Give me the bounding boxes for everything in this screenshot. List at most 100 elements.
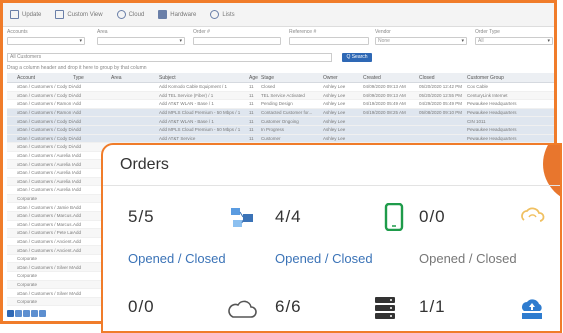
server-icon <box>375 297 395 319</box>
table-cell: Add AT&T WLAN - Base / 1 <box>159 118 214 124</box>
table-cell: Pending Design <box>261 101 293 107</box>
table-cell: xDan / Customers / Cody Diehl <box>17 127 73 133</box>
table-cell: xDan / Customers / Cody Diehl <box>17 144 73 150</box>
toolbar-item-label: Cloud <box>128 11 145 18</box>
pager-page[interactable] <box>31 310 38 317</box>
grid-column-header[interactable]: Created <box>363 75 419 81</box>
tile-count: 4/4 <box>275 207 302 226</box>
table-cell: Add <box>73 92 82 98</box>
table-row[interactable]: xDan / Customers / Cody Diehl Add Add MPLS… <box>7 125 554 135</box>
table-cell: Pewaukee Headquarters <box>467 101 517 107</box>
filter-label-vendor: Vendor <box>375 29 391 35</box>
table-cell: Contacted Customer for... <box>261 110 313 116</box>
table-cell: xDan / Customers / Ancient Artifacts <box>17 247 73 253</box>
filter-reference-input[interactable] <box>289 37 369 45</box>
table-cell: 04/29/2020 05:49 PM <box>419 101 463 107</box>
grid-header: Account Type Area Subject Age Stage Owner Creat… <box>7 73 554 83</box>
grid-column-header[interactable]: Area <box>111 75 159 81</box>
grid-column-header[interactable]: Age <box>249 75 261 81</box>
table-cell: Add TEL Service (Fiber) / 1 <box>159 92 214 98</box>
search-row: All Customers Q Search <box>3 53 554 65</box>
table-cell: 11 <box>249 101 254 107</box>
filter-order-type-value: All <box>478 38 484 44</box>
table-row[interactable]: xDan / Customers / Cody Diehl Add Add AT&T… <box>7 117 554 126</box>
accent-circle-decoration <box>543 145 560 203</box>
refresh-cloud-icon <box>521 207 545 222</box>
table-cell: xDan / Customers / Cody Diehl <box>17 84 73 90</box>
table-cell: Add <box>73 101 82 107</box>
table-cell: Corporate <box>17 299 38 305</box>
grid-column-header[interactable]: Stage <box>261 75 323 81</box>
grid-column-header[interactable]: Customer Group <box>467 75 554 81</box>
table-cell: xDan / Customers / Cody Diehl <box>17 92 73 98</box>
table-cell: xDan / Customers / Cody Diehl <box>17 118 73 124</box>
calendar-icon <box>55 10 65 19</box>
toolbar-item-lists[interactable]: Lists <box>207 10 237 19</box>
pager-page[interactable] <box>15 310 22 317</box>
table-cell: Add <box>73 135 82 141</box>
table-cell: xDan / Customers / Aurelia Cheatwood <box>17 161 73 167</box>
grid-column-header[interactable]: Owner <box>323 75 363 81</box>
toolbar-item-label: Update <box>22 11 42 18</box>
filter-order-type-select[interactable]: All ▾ <box>475 37 553 45</box>
chevron-down-icon: ▾ <box>179 38 182 44</box>
table-cell: 11 <box>249 92 254 98</box>
table-cell: Add <box>73 110 82 116</box>
table-cell: 04/19/2020 08:25 AM <box>363 110 406 116</box>
table-row[interactable]: xDan / Customers / Cody Diehl Add Add TEL … <box>7 91 554 101</box>
tile-status-link[interactable]: Opened / Closed <box>275 251 373 266</box>
filter-area-select[interactable]: ▾ <box>97 37 185 45</box>
pager-page[interactable] <box>23 310 30 317</box>
table-cell: Closed <box>261 84 276 90</box>
toolbar-item-custom-view[interactable]: Custom View <box>52 10 105 19</box>
filter-order-number-input[interactable] <box>193 37 281 45</box>
pager-page[interactable] <box>39 310 46 317</box>
table-row[interactable]: xDan / Customers / Cody Diehl Add Add Komo… <box>7 83 554 92</box>
table-icon <box>10 10 19 19</box>
search-input-value: All Customers <box>10 54 42 60</box>
table-cell: 04/09/2020 09:13 AM <box>363 92 406 98</box>
filter-accounts-select[interactable]: ▾ <box>7 37 85 45</box>
table-cell: Pewaukee Headquarters <box>467 110 517 116</box>
table-row[interactable]: xDan / Customers / Cody Diehl Add Add AT&T… <box>7 134 554 144</box>
orders-card-title: Orders <box>120 156 169 173</box>
table-cell: xDan / Customers / Pete Lawton <box>17 230 73 236</box>
tile-status-text: Opened / Closed <box>419 251 517 266</box>
toolbar-item-cloud[interactable]: Cloud <box>114 10 148 19</box>
table-cell: Add AT&T Service <box>159 135 196 141</box>
grid-column-header[interactable]: Subject <box>159 75 249 81</box>
chevron-down-icon: ▾ <box>461 38 464 44</box>
orders-card: Orders 5/5 Opened / Closed 4/4 Opened / … <box>101 143 562 333</box>
table-cell: xDan / Customers / Marcus Arthur <box>17 221 73 227</box>
table-row[interactable]: xDan / Customers / Ramon MillerAdd Add MP… <box>7 108 554 118</box>
filter-label-reference: Reference # <box>289 29 317 35</box>
search-input[interactable]: All Customers <box>7 53 332 62</box>
tile-count: 0/0 <box>128 297 155 316</box>
table-cell: xDan / Customers / Ancient Artifacts <box>17 238 73 244</box>
pager-page[interactable] <box>7 310 14 317</box>
toolbar-item-update[interactable]: Update <box>7 10 44 19</box>
grid-column-header[interactable]: Account <box>17 75 73 81</box>
table-cell: Ashley Lee <box>323 110 346 116</box>
table-cell: Ashley Lee <box>323 127 346 133</box>
table-cell: 11 <box>249 127 254 133</box>
filter-vendor-select[interactable]: None ▾ <box>375 37 467 45</box>
grid-column-header[interactable]: Closed <box>419 75 467 81</box>
cloud-upload-icon <box>522 299 542 319</box>
tile-status-link[interactable]: Opened / Closed <box>128 251 226 266</box>
table-cell: xDan / Customers / Cody Diehl <box>17 135 73 141</box>
grid-column-header[interactable]: Type <box>73 75 111 81</box>
table-cell: Corporate <box>17 273 38 279</box>
toolbar-item-hardware[interactable]: Hardware <box>155 10 199 19</box>
table-cell: Add <box>73 84 82 90</box>
table-cell: TEL Service Activated <box>261 92 305 98</box>
table-row[interactable]: xDan / Customers / Ramon MillerAdd Add AT… <box>7 100 554 109</box>
tile-count: 5/5 <box>128 207 155 226</box>
user-icon <box>210 10 220 19</box>
chevron-down-icon: ▾ <box>79 38 82 44</box>
toolbar-item-label: Custom View <box>67 11 103 18</box>
search-button[interactable]: Q Search <box>342 53 372 62</box>
table-cell: Cox Cable <box>467 84 489 90</box>
table-cell: Ashley Lee <box>323 92 346 98</box>
table-cell: Add <box>73 118 82 124</box>
